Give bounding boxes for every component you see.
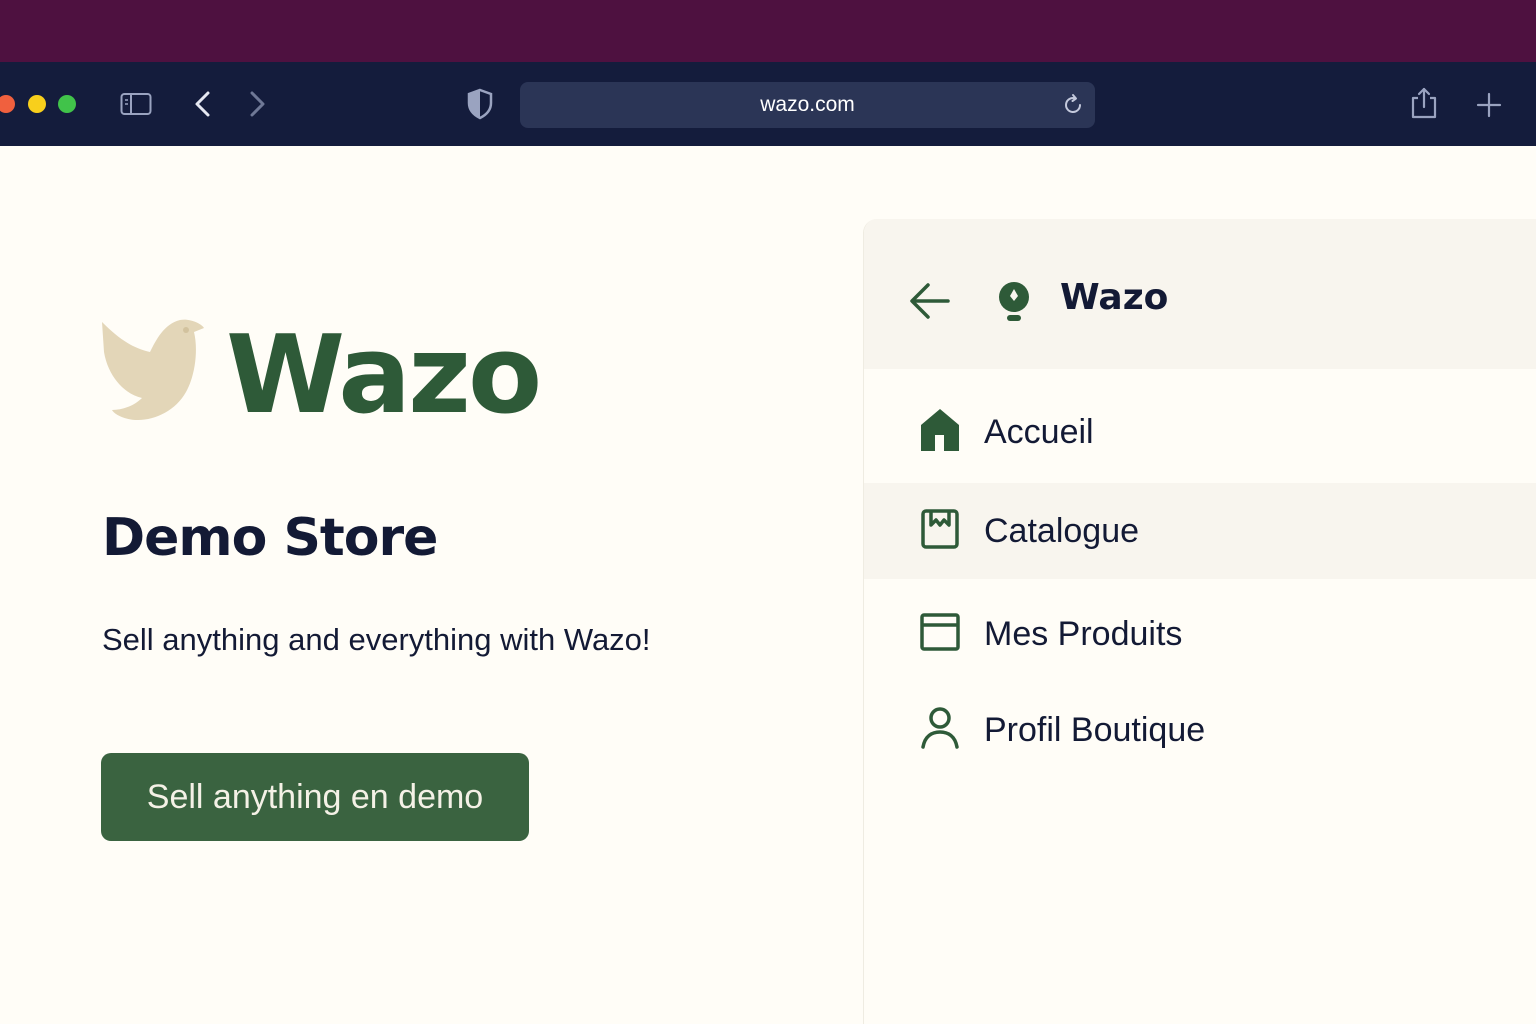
- nav-label-profil-boutique: Profil Boutique: [984, 710, 1206, 749]
- nav-item-catalogue[interactable]: Catalogue: [864, 483, 1536, 579]
- shield-icon[interactable]: [466, 88, 494, 120]
- panel-header: Wazo: [864, 219, 1536, 369]
- sidebar-icon[interactable]: [120, 92, 152, 116]
- navigation-panel: Wazo Accueil Catalogue Mes Produits Prof…: [863, 219, 1536, 1024]
- nav-label-mes-produits: Mes Produits: [984, 614, 1183, 653]
- maximize-window-button[interactable]: [58, 95, 76, 113]
- nav-item-accueil[interactable]: Accueil: [864, 384, 1536, 480]
- nav-item-profil-boutique[interactable]: Profil Boutique: [864, 682, 1536, 778]
- minimize-window-button[interactable]: [28, 95, 46, 113]
- back-icon[interactable]: [192, 90, 214, 118]
- store-title: Demo Store: [102, 508, 438, 568]
- address-bar[interactable]: wazo.com: [520, 82, 1095, 128]
- nav-item-mes-produits[interactable]: Mes Produits: [864, 586, 1536, 682]
- products-icon: [918, 610, 962, 654]
- wazo-brand-icon: [994, 279, 1034, 329]
- logo-wordmark: Wazo: [226, 313, 542, 438]
- new-tab-icon[interactable]: [1476, 92, 1502, 118]
- panel-title: Wazo: [1060, 277, 1169, 318]
- nav-label-catalogue: Catalogue: [984, 511, 1140, 550]
- reload-icon[interactable]: [1061, 93, 1085, 121]
- profile-icon: [918, 706, 962, 750]
- arrow-left-icon[interactable]: [908, 279, 952, 327]
- dove-logo-icon: [98, 318, 208, 424]
- catalogue-icon: [918, 507, 962, 551]
- forward-icon[interactable]: [246, 90, 268, 118]
- home-icon: [918, 408, 962, 452]
- url-text[interactable]: wazo.com: [520, 82, 1095, 128]
- share-icon[interactable]: [1410, 86, 1438, 120]
- tagline: Sell anything and everything with Wazo!: [102, 622, 651, 657]
- window-top-strip: [0, 0, 1536, 62]
- nav-label-accueil: Accueil: [984, 412, 1094, 451]
- sell-demo-button[interactable]: Sell anything en demo: [101, 753, 529, 841]
